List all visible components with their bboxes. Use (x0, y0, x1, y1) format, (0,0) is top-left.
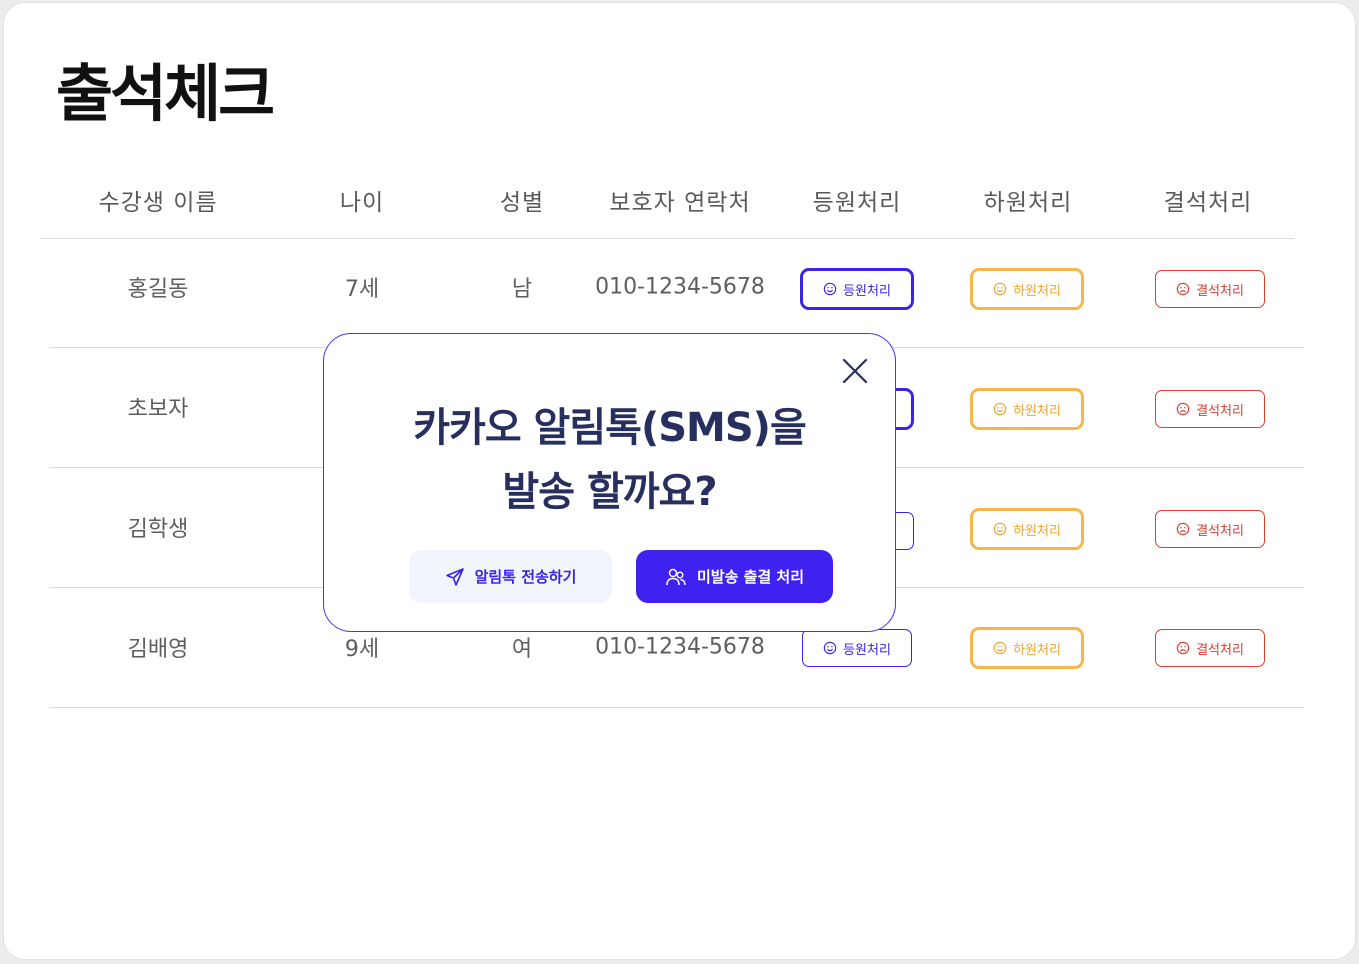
dialog-title: 카카오 알림톡(SMS)을 발송 할까요? (324, 396, 895, 524)
student-gender: 여 (511, 637, 533, 662)
student-name: 초보자 (127, 397, 189, 422)
header-gender: 성별 (499, 190, 545, 216)
student-name: 김학생 (127, 517, 189, 542)
student-name: 홍길동 (127, 277, 189, 302)
page-title: 출석체크 (56, 57, 275, 130)
leave-button[interactable]: 하원처리 (970, 388, 1084, 430)
no-send-attendance-button[interactable]: 미발송 출결 처리 (636, 550, 833, 603)
close-button[interactable] (840, 356, 870, 386)
smile-icon (993, 402, 1007, 416)
dialog-title-line2: 발송 할까요? (502, 469, 717, 515)
leave-button[interactable]: 하원처리 (970, 508, 1084, 550)
sms-confirm-dialog: 카카오 알림톡(SMS)을 발송 할까요? 알림톡 전송하기 미발송 출결 처리 (323, 333, 896, 632)
attend-button-label: 등원처리 (843, 642, 891, 658)
absent-button-label: 결석처리 (1196, 403, 1244, 419)
attendance-card: 출석체크 수강생 이름 나이 성별 보호자 연락처 등원처리 하원처리 결석처리… (3, 2, 1356, 960)
header-name: 수강생 이름 (98, 190, 218, 216)
send-alimtalk-button[interactable]: 알림톡 전송하기 (409, 550, 612, 603)
leave-button-label: 하원처리 (1013, 642, 1061, 658)
student-name: 김배영 (127, 637, 189, 662)
absent-button[interactable]: 결석처리 (1155, 510, 1265, 548)
absent-button[interactable]: 결석처리 (1155, 390, 1265, 428)
header-absent: 결석처리 (1163, 190, 1253, 216)
attend-button[interactable]: 등원처리 (800, 268, 914, 310)
send-alimtalk-label: 알림톡 전송하기 (474, 568, 577, 586)
header-divider (40, 238, 1294, 239)
smile-icon (993, 522, 1007, 536)
absent-button-label: 결석처리 (1196, 523, 1244, 539)
sad-face-icon (1176, 641, 1190, 655)
paper-plane-icon (445, 567, 464, 586)
smile-icon (993, 641, 1007, 655)
guardian-phone: 010-1234-5678 (595, 634, 765, 660)
smile-icon (823, 282, 837, 296)
student-age: 7세 (344, 277, 380, 302)
header-leave: 하원처리 (983, 190, 1073, 216)
attend-button[interactable]: 등원처리 (802, 629, 912, 667)
student-gender: 남 (511, 277, 533, 302)
smile-icon (823, 641, 837, 655)
header-phone: 보호자 연락처 (609, 190, 751, 216)
guardian-phone: 010-1234-5678 (595, 274, 765, 300)
sad-face-icon (1176, 402, 1190, 416)
absent-button[interactable]: 결석처리 (1155, 629, 1265, 667)
close-icon (842, 358, 868, 384)
users-icon (666, 568, 686, 585)
leave-button[interactable]: 하원처리 (970, 627, 1084, 669)
leave-button[interactable]: 하원처리 (970, 268, 1084, 310)
smile-icon (993, 282, 1007, 296)
header-attend: 등원처리 (812, 190, 902, 216)
sad-face-icon (1176, 282, 1190, 296)
student-age: 9세 (344, 637, 380, 662)
absent-button-label: 결석처리 (1196, 283, 1244, 299)
no-send-attendance-label: 미발송 출결 처리 (696, 568, 805, 586)
absent-button[interactable]: 결석처리 (1155, 270, 1265, 308)
absent-button-label: 결석처리 (1196, 642, 1244, 658)
header-age: 나이 (339, 190, 385, 216)
leave-button-label: 하원처리 (1013, 523, 1061, 539)
leave-button-label: 하원처리 (1013, 403, 1061, 419)
row-divider (49, 707, 1304, 708)
sad-face-icon (1176, 522, 1190, 536)
leave-button-label: 하원처리 (1013, 283, 1061, 299)
attend-button-label: 등원처리 (843, 283, 891, 299)
dialog-title-line1: 카카오 알림톡(SMS)을 (413, 405, 807, 451)
